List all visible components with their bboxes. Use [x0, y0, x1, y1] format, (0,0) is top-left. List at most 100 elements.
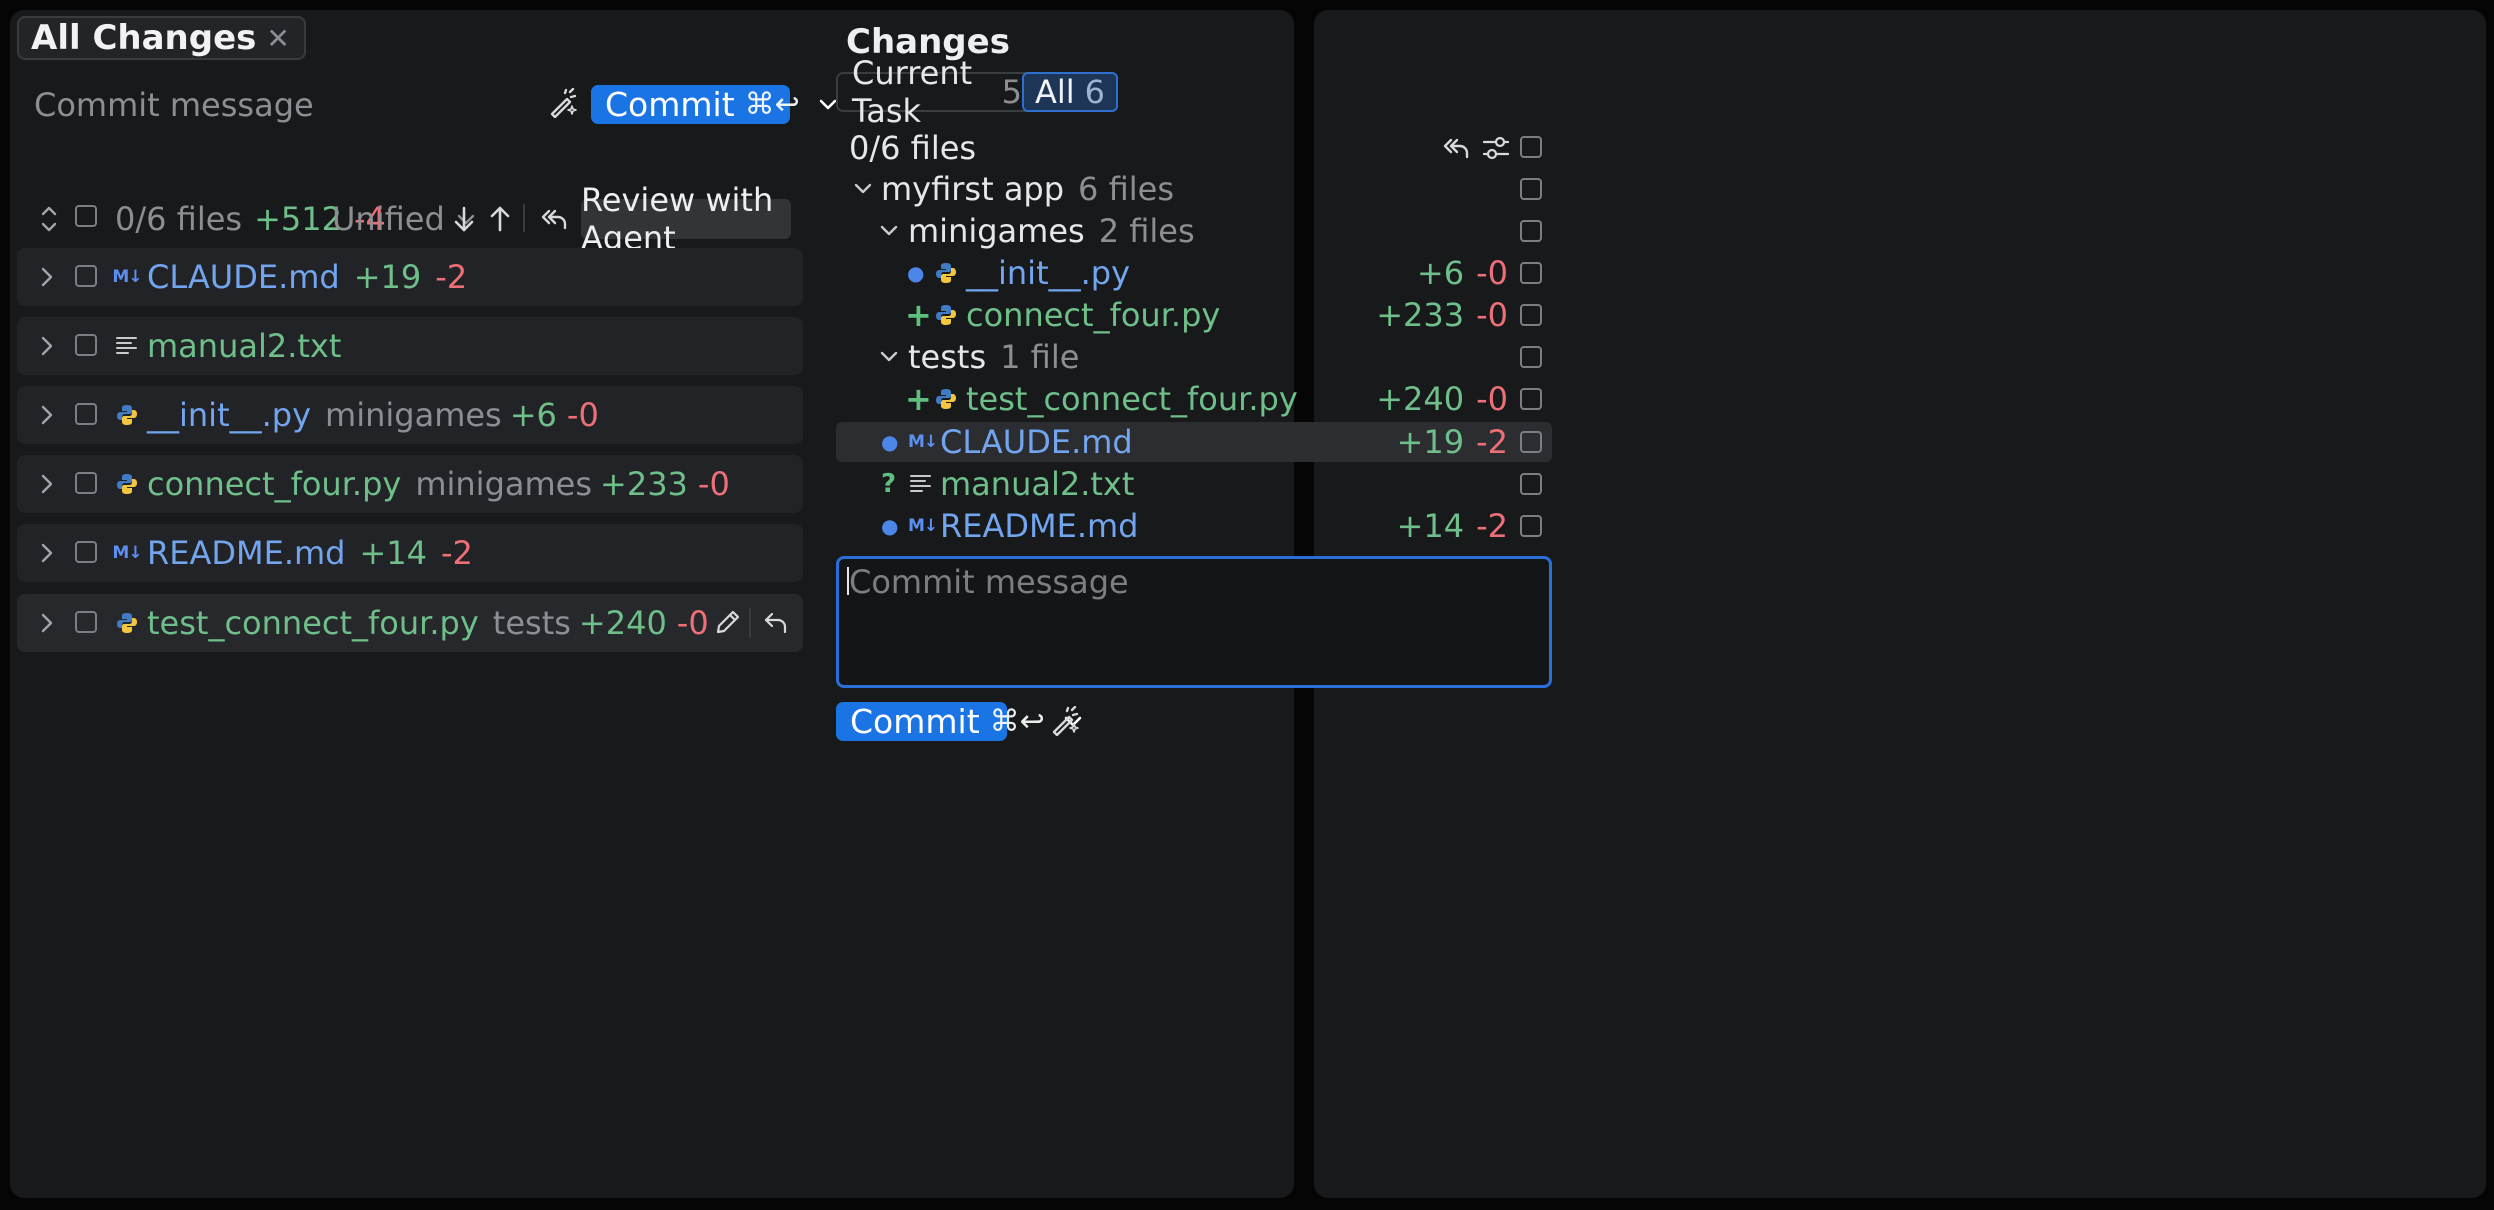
folder-count: 1 file: [1000, 338, 1080, 376]
file-checkbox[interactable]: [1520, 431, 1542, 453]
chevron-right-icon[interactable]: [39, 402, 55, 432]
edit-pencil-icon[interactable]: [715, 609, 741, 639]
file-stats: +6 -0: [1417, 253, 1508, 293]
folder-info: myfirst app 6 files: [881, 169, 1174, 209]
expand-collapse-icon[interactable]: [40, 205, 58, 237]
tab-label: Current Task: [852, 54, 973, 130]
file-checkbox[interactable]: [1520, 473, 1542, 495]
commit-label: Commit: [850, 702, 980, 741]
markdown-icon: M↓: [908, 432, 938, 452]
file-stats: +19 -2: [1397, 422, 1508, 462]
chevron-right-icon[interactable]: [39, 264, 55, 294]
chevron-down-icon[interactable]: [853, 181, 873, 200]
file-info: CLAUDE.md: [940, 422, 1133, 462]
file-name: README.md: [147, 534, 346, 572]
tab-current-task[interactable]: Current Task 5: [838, 54, 1022, 130]
magic-wand-icon[interactable]: [1050, 705, 1080, 740]
modified-status-dot: ●: [881, 514, 899, 538]
commit-button[interactable]: Commit ⌘↩: [836, 702, 1082, 741]
untracked-status-icon: ?: [881, 469, 897, 499]
next-change-arrow-down-icon[interactable]: [453, 205, 475, 237]
commit-message-placeholder: Commit message: [849, 563, 1129, 601]
file-row-manual2-txt[interactable]: manual2.txt: [17, 317, 803, 375]
tree-folder-tests[interactable]: tests 1 file: [836, 337, 1552, 377]
file-checkbox[interactable]: [1520, 515, 1542, 537]
chevron-right-icon[interactable]: [39, 610, 55, 640]
file-checkbox[interactable]: [75, 611, 97, 633]
commit-message-input[interactable]: Commit message: [34, 86, 314, 124]
file-info: README.md: [940, 506, 1138, 546]
select-all-checkbox[interactable]: [75, 205, 97, 227]
commit-shortcut: ⌘↩: [744, 87, 800, 122]
file-row-claude-md[interactable]: M↓ CLAUDE.md +19 -2: [17, 248, 803, 306]
chevron-right-icon[interactable]: [39, 333, 55, 363]
commit-message-textarea[interactable]: Commit message: [836, 556, 1552, 688]
lines-removed: -0: [1476, 254, 1508, 292]
file-row-test-connect-four-py[interactable]: test_connect_four.py tests +240 -0: [17, 594, 803, 652]
file-checkbox[interactable]: [1520, 388, 1542, 410]
file-info: test_connect_four.py tests +240 -0: [147, 594, 709, 652]
lines-added: +233: [600, 465, 688, 503]
lines-removed: -0: [697, 465, 730, 503]
lines-removed: -2: [1476, 507, 1508, 545]
markdown-icon: M↓: [908, 516, 938, 536]
folder-checkbox[interactable]: [1520, 178, 1542, 200]
commit-label: Commit: [605, 85, 735, 124]
file-stats: +14 -2: [1397, 506, 1508, 546]
modified-status-dot: ●: [881, 430, 899, 454]
commit-options-chevron-icon[interactable]: [818, 98, 838, 112]
file-checkbox[interactable]: [75, 403, 97, 425]
tab-count: 5: [1001, 73, 1022, 111]
file-name: connect_four.py: [966, 296, 1221, 334]
file-checkbox[interactable]: [75, 265, 97, 287]
folder-name: myfirst app: [881, 170, 1065, 208]
tree-file-manual2-txt[interactable]: ? manual2.txt: [836, 464, 1552, 504]
lines-added: +512: [254, 200, 342, 238]
file-row-connect-four-py[interactable]: connect_four.py minigames +233 -0: [17, 455, 803, 513]
prev-change-arrow-up-icon[interactable]: [489, 205, 511, 237]
close-tab-icon[interactable]: ✕: [266, 22, 289, 55]
revert-all-icon[interactable]: [1442, 136, 1470, 164]
tree-folder-minigames[interactable]: minigames 2 files: [836, 211, 1552, 251]
file-checkbox[interactable]: [1520, 304, 1542, 326]
tree-file-claude-md[interactable]: ● M↓ CLAUDE.md +19 -2: [836, 422, 1552, 462]
file-checkbox[interactable]: [75, 541, 97, 563]
revert-all-icon[interactable]: [540, 207, 568, 235]
tree-file-test-connect-four-py[interactable]: + test_connect_four.py +240 -0: [836, 379, 1552, 419]
tab-all-changes[interactable]: All Changes ✕: [17, 16, 306, 60]
magic-wand-icon[interactable]: [548, 87, 578, 122]
tab-label: All: [1034, 73, 1075, 111]
file-checkbox[interactable]: [75, 334, 97, 356]
filter-sliders-icon[interactable]: [1482, 134, 1510, 166]
file-name: manual2.txt: [940, 465, 1135, 503]
chevron-down-icon[interactable]: [879, 349, 899, 368]
tree-file-connect-four-py[interactable]: + connect_four.py +233 -0: [836, 295, 1552, 335]
lines-removed: -0: [1476, 380, 1508, 418]
file-info: connect_four.py: [966, 295, 1220, 335]
file-info: manual2.txt: [147, 317, 341, 375]
python-icon: [935, 388, 957, 414]
file-info: README.md +14 -2: [147, 524, 473, 582]
chevron-right-icon[interactable]: [39, 540, 55, 570]
tab-all[interactable]: All 6: [1022, 72, 1118, 112]
folder-checkbox[interactable]: [1520, 346, 1542, 368]
tree-file-init-py[interactable]: ● __init__.py +6 -0: [836, 253, 1552, 293]
select-all-checkbox[interactable]: [1520, 136, 1542, 158]
file-info: manual2.txt: [940, 464, 1134, 504]
folder-checkbox[interactable]: [1520, 220, 1542, 242]
file-checkbox[interactable]: [1520, 262, 1542, 284]
file-row-readme-md[interactable]: M↓ README.md +14 -2: [17, 524, 803, 582]
file-row-init-py[interactable]: __init__.py minigames +6 -0: [17, 386, 803, 444]
file-checkbox[interactable]: [75, 472, 97, 494]
tree-folder-myfirst-app[interactable]: myfirst app 6 files: [836, 169, 1552, 209]
chevron-right-icon[interactable]: [39, 471, 55, 501]
file-info: connect_four.py minigames +233 -0: [147, 455, 730, 513]
tree-file-readme-md[interactable]: ● M↓ README.md +14 -2: [836, 506, 1552, 546]
lines-added: +19: [1396, 423, 1465, 461]
lines-removed: -2: [441, 534, 473, 572]
review-with-agent-button[interactable]: Review with Agent: [581, 181, 791, 257]
chevron-down-icon[interactable]: [879, 223, 899, 242]
folder-info: tests 1 file: [908, 337, 1079, 377]
revert-file-icon[interactable]: [763, 611, 789, 639]
commit-button[interactable]: Commit ⌘↩: [591, 85, 837, 124]
